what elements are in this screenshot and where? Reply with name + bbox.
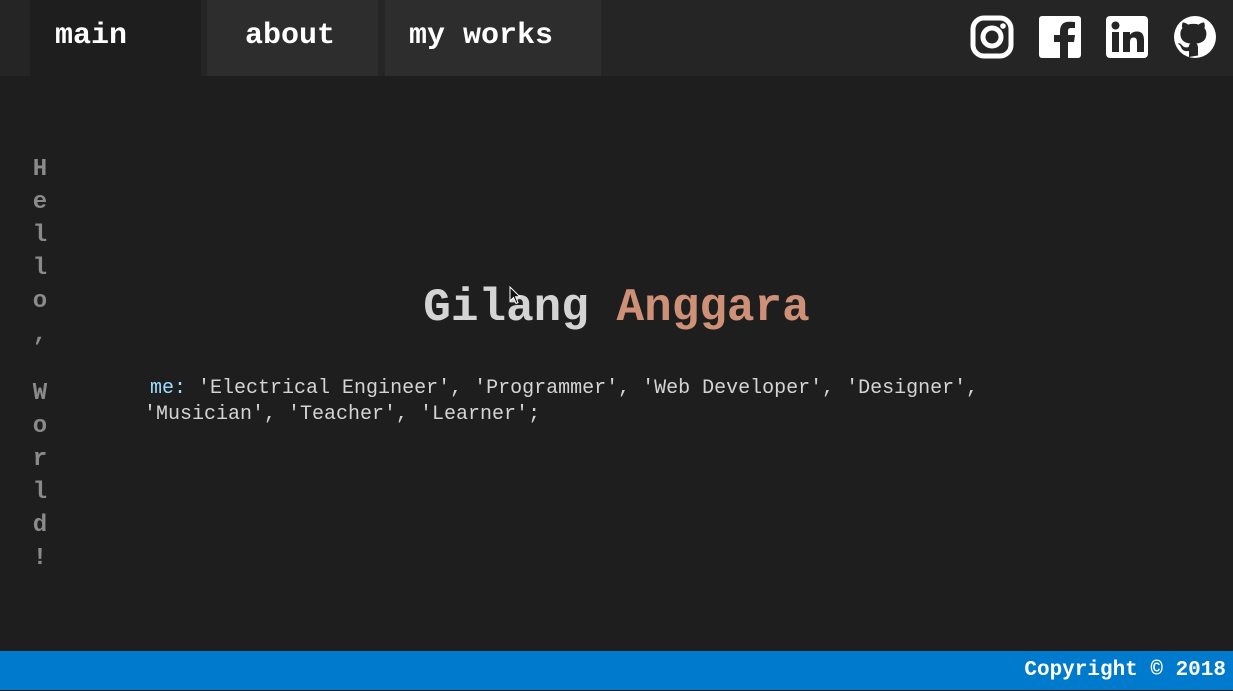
top-nav-bar: main about my works: [0, 0, 1233, 76]
facebook-icon[interactable]: [1038, 15, 1082, 59]
hello-world-vertical-text: Hello, Wo r l d!: [28, 155, 52, 577]
roles-key: me:: [150, 377, 187, 400]
roles-list: me: 'Electrical Engineer', 'Programmer',…: [144, 376, 1104, 428]
footer-bar: Copyright © 2018: [0, 651, 1233, 690]
roles-line-1: me: 'Electrical Engineer', 'Programmer',…: [144, 376, 1104, 402]
greeting-char: r: [32, 446, 48, 473]
greeting-char: [28, 353, 52, 379]
roles-values-2: 'Musician', 'Teacher', 'Learner';: [144, 403, 541, 426]
greeting-char: l: [32, 222, 48, 249]
github-icon[interactable]: [1173, 15, 1217, 59]
roles-line-2: 'Musician', 'Teacher', 'Learner';: [144, 402, 1104, 428]
linkedin-icon[interactable]: [1105, 15, 1149, 59]
greeting-char: o: [32, 413, 48, 440]
hero-name: Gilang Anggara: [0, 282, 1233, 334]
greeting-char: l: [32, 479, 48, 506]
greeting-char: H: [32, 156, 48, 183]
tab-about[interactable]: about: [207, 0, 378, 76]
copyright-text: Copyright © 2018: [1024, 659, 1226, 682]
last-name: Anggara: [616, 282, 810, 334]
greeting-char: !: [32, 545, 48, 572]
tab-my-works[interactable]: my works: [385, 0, 601, 76]
greeting-char: W: [32, 380, 48, 407]
instagram-icon[interactable]: [970, 15, 1014, 59]
greeting-char: e: [32, 189, 48, 216]
greeting-char: d: [32, 512, 48, 539]
roles-values-1: 'Electrical Engineer', 'Programmer', 'We…: [198, 377, 979, 400]
tab-main[interactable]: main: [30, 0, 201, 76]
mouse-cursor-icon: [509, 286, 521, 305]
first-name: Gilang: [423, 282, 589, 334]
